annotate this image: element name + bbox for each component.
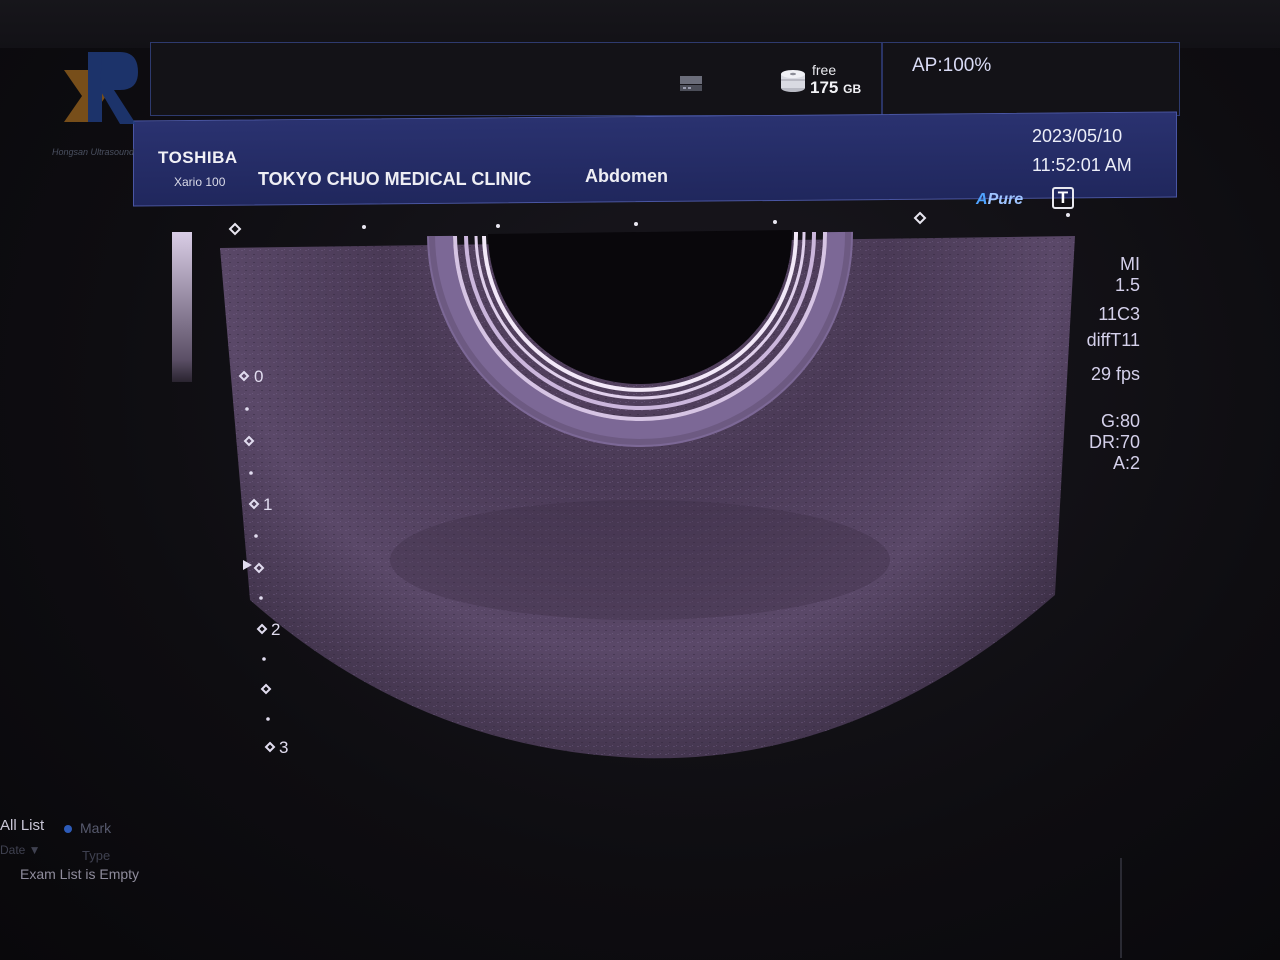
depth-label-0: 0 — [254, 367, 264, 386]
type-column-header[interactable]: Type — [82, 848, 110, 863]
mi-label: MI — [1120, 254, 1140, 274]
mark-tab[interactable]: Mark — [80, 820, 111, 836]
divider-line — [1120, 858, 1122, 958]
exam-list-empty-message: Exam List is Empty — [20, 866, 140, 882]
mi-value: 1.5 — [1114, 275, 1140, 295]
depth-label-1: 1 — [263, 495, 273, 514]
frame-rate: 29 fps — [1090, 364, 1140, 384]
a-value: A:2 — [1112, 453, 1140, 473]
depth-label-3: 3 — [279, 738, 289, 757]
tissue-band — [390, 500, 890, 620]
date-column-header[interactable]: Date ▼ — [0, 843, 41, 857]
all-list-tab[interactable]: All List — [0, 817, 44, 834]
gain-value: G:80 — [1100, 411, 1140, 431]
probe-name: 11C3 — [1098, 304, 1140, 324]
dynamic-range: DR:70 — [1088, 432, 1140, 452]
top-scale-markers — [228, 211, 1070, 236]
depth-label-2: 2 — [271, 620, 281, 639]
harmonic-mode: diffT11 — [1086, 330, 1140, 350]
mark-radio-icon[interactable] — [64, 825, 72, 833]
ultrasound-image — [220, 211, 1075, 759]
